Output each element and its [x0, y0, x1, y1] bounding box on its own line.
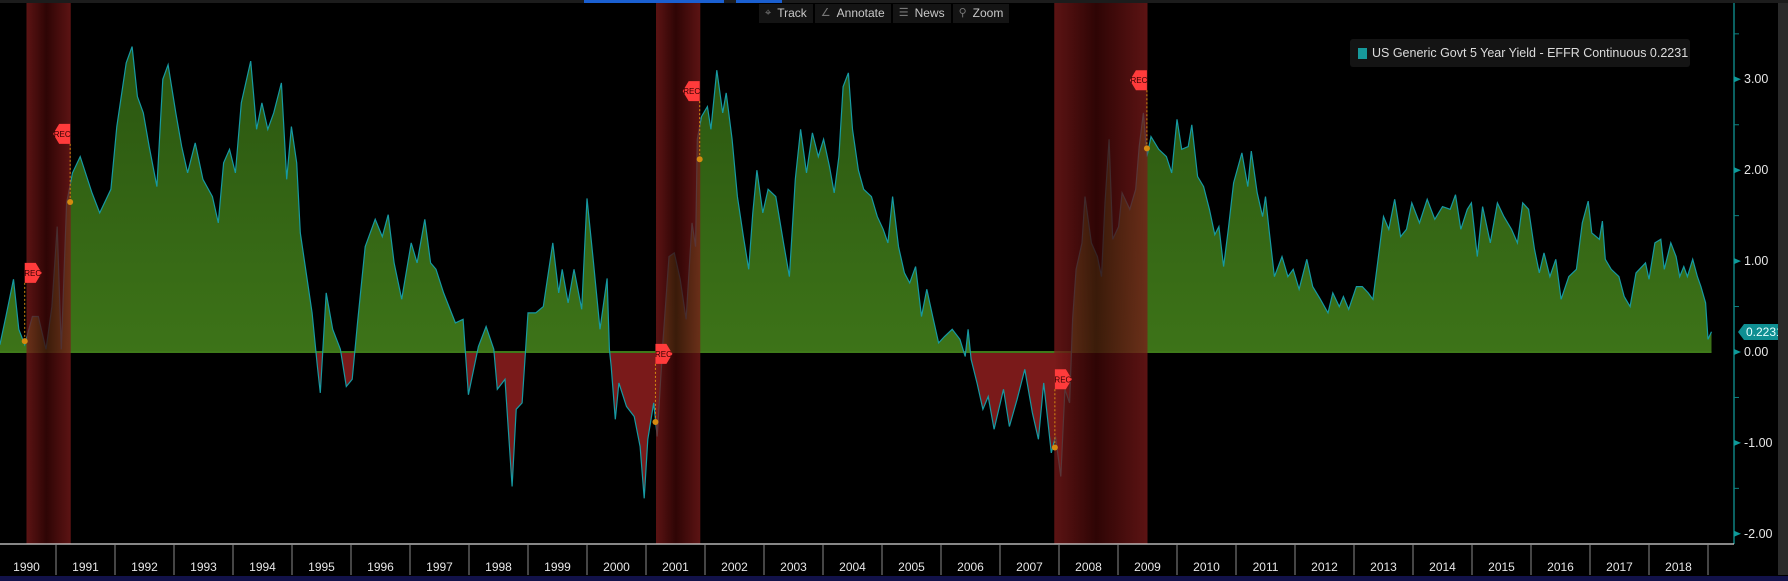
x-tick-label: 1999 — [544, 560, 571, 574]
zoom-label: Zoom — [972, 6, 1004, 20]
x-tick-label: 2011 — [1252, 560, 1279, 574]
y-tick-label: 3.00 — [1744, 72, 1769, 87]
chart-legend[interactable]: US Generic Govt 5 Year Yield - EFFR Cont… — [1350, 39, 1690, 67]
scrollbar[interactable] — [1778, 3, 1788, 575]
y-tick-label: 2.00 — [1744, 163, 1769, 178]
crosshair-icon: ⌖ — [765, 7, 772, 19]
x-tick-label: 2005 — [898, 560, 925, 574]
x-tick-label: 2004 — [839, 560, 866, 574]
x-tick-label: 1998 — [485, 560, 512, 574]
annotate-button[interactable]: ∠ Annotate — [814, 4, 891, 23]
annotate-label: Annotate — [836, 6, 885, 20]
rec-flag-label: REC — [683, 87, 700, 96]
track-label: Track — [777, 6, 807, 20]
rec-dot — [1143, 145, 1150, 152]
rec-flag-label: REC — [1130, 76, 1147, 85]
x-tick-label: 2002 — [721, 560, 748, 574]
x-tick-label: 1997 — [426, 560, 453, 574]
x-tick-label: 1990 — [13, 560, 40, 574]
legend-label: US Generic Govt 5 Year Yield - EFFR Cont… — [1372, 46, 1689, 60]
x-tick-label: 2013 — [1370, 560, 1397, 574]
positive-area — [0, 46, 1712, 352]
x-tick-label: 1992 — [131, 560, 158, 574]
rec-flag-label: REC — [655, 350, 672, 359]
rec-flag-label: REC — [24, 269, 41, 278]
magnifier-icon: ⚲ — [958, 7, 967, 19]
x-tick-label: 2000 — [603, 560, 630, 574]
active-tab-indicator[interactable] — [584, 0, 724, 3]
rec-dot — [67, 199, 74, 206]
x-tick-label: 2017 — [1606, 560, 1633, 574]
x-tick-label: 2008 — [1075, 560, 1102, 574]
y-tick-label: 1.00 — [1744, 254, 1769, 269]
x-tick-label: 2014 — [1429, 560, 1456, 574]
y-tick — [1734, 167, 1741, 174]
rec-flag-label: REC — [54, 130, 71, 139]
y-tick — [1734, 530, 1741, 537]
rec-dot — [652, 418, 659, 425]
news-label: News — [914, 6, 945, 20]
x-tick-label: 1994 — [249, 560, 276, 574]
status-strip — [0, 576, 1788, 581]
news-icon: ☰ — [898, 7, 909, 19]
top-tab-bar — [0, 0, 1788, 3]
y-tick-label: -1.00 — [1744, 435, 1773, 450]
zoom-button[interactable]: ⚲ Zoom — [952, 4, 1010, 23]
rec-dot — [21, 338, 28, 345]
x-tick-label: 2018 — [1665, 560, 1692, 574]
y-tick-label: 0.00 — [1744, 345, 1769, 359]
y-tick — [1734, 258, 1741, 265]
x-tick-label: 1993 — [190, 560, 217, 574]
rec-dot — [1051, 444, 1058, 451]
x-tick-label: 1996 — [367, 560, 394, 574]
y-tick — [1734, 349, 1741, 355]
x-tick-label: 2015 — [1488, 560, 1515, 574]
x-tick-label: 2009 — [1134, 560, 1161, 574]
x-tick-label: 2012 — [1311, 560, 1338, 574]
x-tick-label: 1995 — [308, 560, 335, 574]
x-tick-label: 1991 — [72, 560, 99, 574]
track-button[interactable]: ⌖ Track — [759, 4, 813, 23]
pencil-icon: ∠ — [820, 7, 831, 19]
x-tick-label: 2007 — [1016, 560, 1043, 574]
x-tick-label: 2006 — [957, 560, 984, 574]
legend-swatch — [1358, 47, 1367, 59]
y-tick — [1734, 439, 1741, 446]
rec-dot — [696, 156, 703, 163]
tab-indicator[interactable] — [736, 0, 782, 3]
x-tick-label: 2010 — [1193, 560, 1220, 574]
rec-flag-label: REC — [1054, 375, 1071, 384]
x-tick-label: 2003 — [780, 560, 807, 574]
chart-toolbar: ⌖ Track ∠ Annotate ☰ News ⚲ Zoom — [759, 4, 1010, 23]
x-tick-label: 2016 — [1547, 560, 1574, 574]
y-tick-label: -2.00 — [1744, 526, 1773, 541]
x-tick-label: 2001 — [662, 560, 689, 574]
news-button[interactable]: ☰ News — [892, 4, 951, 23]
y-tick — [1734, 76, 1741, 83]
spread-chart[interactable]: REC REC REC REC REC REC — [0, 0, 1788, 581]
